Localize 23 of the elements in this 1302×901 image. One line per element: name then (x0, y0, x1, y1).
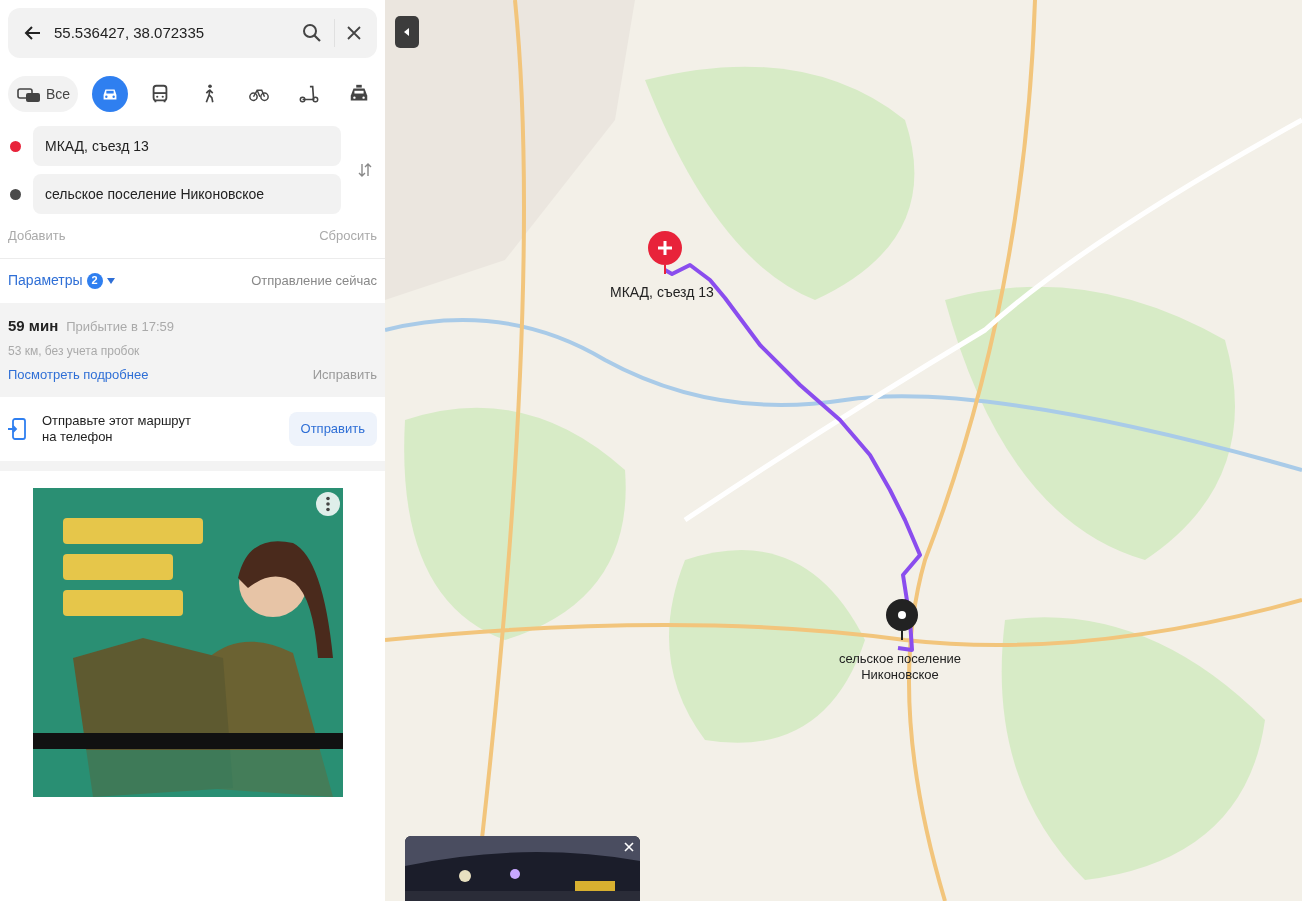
scooter-icon (298, 83, 321, 105)
arrival-time: Прибытие в 17:59 (66, 317, 174, 336)
departure-button[interactable]: Отправление сейчас (251, 270, 377, 291)
details-link[interactable]: Посмотреть подробнее (8, 365, 149, 385)
swap-icon[interactable] (357, 162, 373, 178)
waypoint-field[interactable]: МКАД, съезд 13 (33, 126, 341, 166)
search-field[interactable]: 55.536427, 38.072335 (8, 8, 377, 58)
search-icon[interactable] (302, 23, 322, 43)
back-arrow-icon[interactable] (24, 24, 42, 42)
send-route-text: Отправьте этот маршрут на телефон (42, 412, 192, 445)
count-badge: 2 (86, 272, 103, 289)
transport-mode-tab[interactable]: Все (8, 76, 79, 112)
close-icon[interactable] (347, 26, 361, 40)
waypoint-field[interactable]: сельское поселение Никоновское (33, 174, 341, 214)
fix-link[interactable]: Исправить (312, 365, 377, 385)
route-distance: 53 км, без учета пробок (8, 343, 141, 360)
route-duration: 59 мин (8, 315, 59, 336)
phone-send-icon (8, 417, 26, 440)
more-icon[interactable] (316, 491, 340, 516)
caret-icon (106, 277, 115, 284)
route-card[interactable]: 59 мин Прибытие в 17:59 53 км, без учета пробок Посмотреть подробнее Исправить (0, 302, 385, 397)
parameters-button[interactable]: Параметры 2 (8, 270, 115, 291)
send-button[interactable]: Отправить (288, 411, 377, 446)
